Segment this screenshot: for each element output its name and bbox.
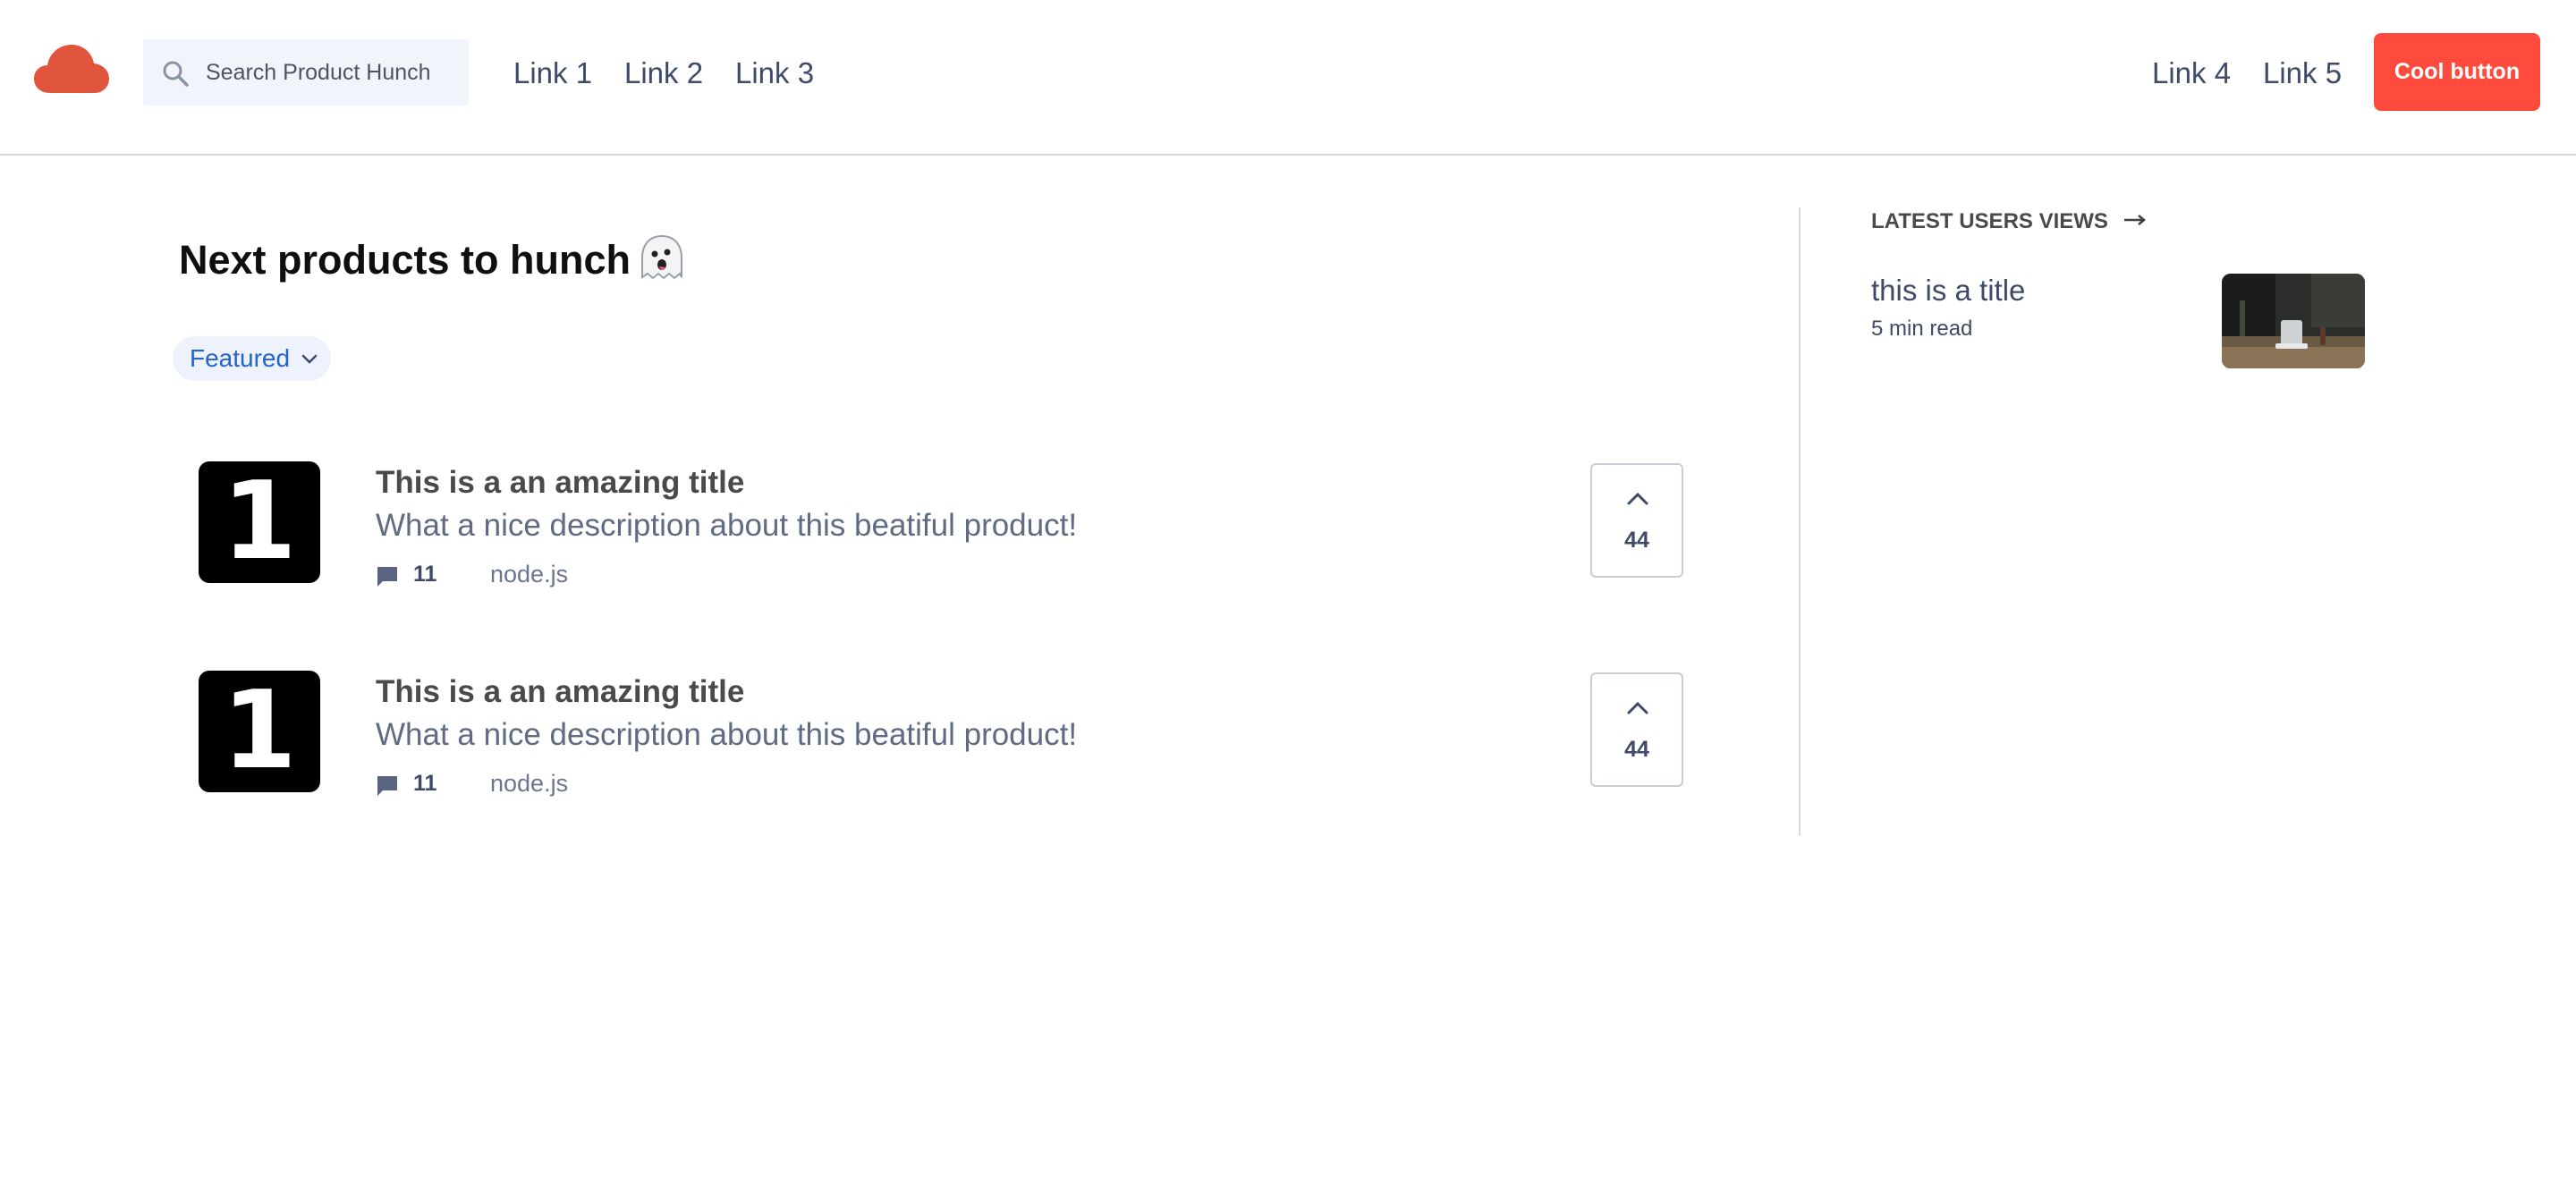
comment-icon — [377, 567, 397, 587]
nav-link-3[interactable]: Link 3 — [735, 52, 814, 95]
top-navbar: Link 1 Link 2 Link 3 Link 4 Link 5 Cool … — [0, 0, 2576, 156]
comment-count[interactable]: 11 — [413, 771, 436, 797]
latest-view-read-time: 5 min read — [1871, 317, 1973, 341]
comment-count[interactable]: 11 — [413, 562, 436, 587]
upvote-count: 44 — [1624, 528, 1649, 553]
chevron-down-icon — [301, 354, 318, 364]
cool-button[interactable]: Cool button — [2374, 33, 2540, 111]
ghost-emoji-icon — [641, 234, 682, 280]
featured-filter-dropdown[interactable]: Featured — [173, 336, 331, 381]
nav-link-1[interactable]: Link 1 — [513, 52, 592, 95]
product-title[interactable]: This is a an amazing title — [376, 674, 744, 710]
search-input[interactable] — [206, 39, 461, 106]
product-item[interactable]: 1 This is a an amazing title What a nice… — [199, 461, 1683, 587]
upvote-button[interactable]: 44 — [1590, 463, 1683, 578]
chevron-up-icon — [1627, 701, 1648, 714]
product-tag[interactable]: node.js — [490, 770, 568, 798]
nav-link-2[interactable]: Link 2 — [624, 52, 703, 95]
nav-link-4[interactable]: Link 4 — [2152, 52, 2231, 95]
upvote-count: 44 — [1624, 737, 1649, 762]
product-thumbnail[interactable]: 1 — [199, 671, 320, 792]
upvote-button[interactable]: 44 — [1590, 672, 1683, 787]
product-thumbnail[interactable]: 1 — [199, 461, 320, 583]
latest-views-heading-text: LATEST USERS VIEWS — [1871, 209, 2108, 233]
arrow-right-icon — [2123, 215, 2146, 225]
product-item[interactable]: 1 This is a an amazing title What a nice… — [199, 671, 1683, 798]
product-title[interactable]: This is a an amazing title — [376, 465, 744, 501]
latest-view-title[interactable]: this is a title — [1871, 274, 2025, 308]
column-divider — [1799, 207, 1801, 836]
search-box[interactable] — [143, 39, 469, 106]
nav-link-5[interactable]: Link 5 — [2263, 52, 2342, 95]
latest-views-heading[interactable]: LATEST USERS VIEWS — [1871, 209, 2147, 234]
search-icon — [163, 61, 189, 87]
cloud-logo-icon[interactable] — [34, 43, 109, 95]
page-title-text: Next products to hunch — [179, 237, 631, 283]
product-tag[interactable]: node.js — [490, 561, 568, 588]
product-description: What a nice description about this beati… — [376, 508, 1078, 543]
latest-view-image[interactable] — [2222, 274, 2365, 368]
chevron-up-icon — [1627, 492, 1648, 505]
product-description: What a nice description about this beati… — [376, 717, 1078, 752]
page-title: Next products to hunch — [179, 234, 686, 283]
comment-icon — [377, 776, 397, 796]
featured-filter-label: Featured — [190, 344, 291, 372]
